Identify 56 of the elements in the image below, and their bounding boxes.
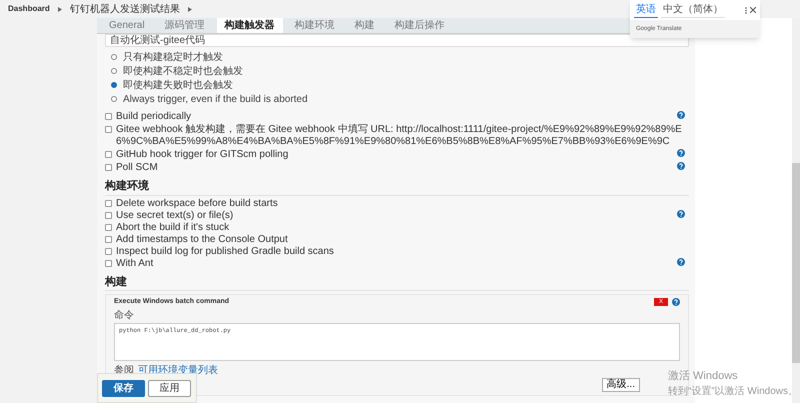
radio-label: 只有构建稳定时才触发 — [123, 50, 223, 64]
tab[interactable]: 源码管理 — [156, 18, 213, 33]
radio-label: Always trigger, even if the build is aborted — [123, 92, 308, 106]
checkbox[interactable] — [105, 260, 112, 266]
breadcrumb-link[interactable]: 钉钉机器人发送测试结果 — [70, 2, 180, 16]
tab[interactable]: 构建后操作 — [386, 18, 453, 33]
radio-button[interactable] — [111, 82, 117, 88]
apply-button[interactable]: 应用 — [148, 380, 191, 396]
activation-title: 激活 Windows — [668, 368, 738, 384]
field-label: 命令 — [114, 308, 135, 322]
checkbox[interactable] — [105, 113, 112, 120]
tab[interactable]: General — [101, 18, 153, 33]
checkbox-label: Delete workspace before build starts — [116, 198, 279, 210]
activation-text: 转到“设置”以激活 Windows。 — [668, 384, 798, 399]
checkbox-label: Poll SCM — [116, 162, 159, 174]
checkbox[interactable] — [105, 151, 112, 158]
checkbox[interactable] — [105, 200, 112, 206]
help-icon[interactable] — [677, 111, 685, 119]
close-icon[interactable] — [750, 7, 756, 13]
checkbox-label: Use secret text(s) or file(s) — [116, 210, 234, 222]
section-heading: 构建 — [105, 274, 689, 291]
advanced-button[interactable]: 高级... — [602, 378, 640, 392]
radio-button[interactable] — [111, 68, 117, 74]
checkbox-label: Add timestamps to the Console Output — [116, 234, 289, 246]
checkbox-label: Inspect build log for published Gradle build scans — [116, 246, 335, 258]
chevron-icon[interactable] — [188, 6, 192, 12]
chevron-icon — [58, 6, 62, 12]
checkbox[interactable] — [105, 248, 112, 254]
help-icon[interactable] — [677, 210, 685, 218]
radio-label: 即使构建失败时也会触发 — [123, 78, 233, 92]
radio-button[interactable] — [111, 54, 117, 60]
tab[interactable]: 构建环境 — [286, 18, 343, 33]
checkbox[interactable] — [105, 212, 112, 218]
checkbox-label: GitHub hook trigger for GITScm polling — [116, 149, 290, 161]
save-button[interactable]: 保存 — [102, 380, 145, 396]
checkbox-label: Gitee webhook 触发构建，需要在 Gitee webhook 中填写 URL: http://localhost:1111/gitee-project/%E9%92%89%E9%92%89%E6%9C%BA%E5%99%A8%E4%BA%BA%E5%8F%91%E9%80%81%E6%B5%8B%E8%AF%95%E7%BB%93%E6%9E%9C — [116, 124, 683, 148]
help-icon[interactable] — [677, 162, 685, 170]
checkbox[interactable] — [105, 164, 112, 171]
checkbox[interactable] — [105, 126, 112, 133]
tab[interactable]: 构建触发器 — [216, 18, 283, 33]
checkbox[interactable] — [105, 236, 112, 242]
help-icon[interactable] — [672, 298, 680, 306]
breadcrumb-link[interactable]: Dashboard — [8, 3, 50, 15]
text-input[interactable]: 自动化测试-gitee代码 — [105, 34, 689, 47]
help-icon[interactable] — [677, 149, 685, 157]
radio-label: 即使构建不稳定时也会触发 — [123, 64, 243, 78]
language-tab[interactable]: 中文（简体） — [661, 2, 725, 18]
radio-button[interactable] — [111, 96, 117, 102]
checkbox-label: Build periodically — [116, 111, 192, 123]
checkbox-label: With Ant — [116, 258, 154, 270]
help-icon[interactable] — [677, 258, 685, 266]
checkbox[interactable] — [105, 224, 112, 230]
checkbox-label: Abort the build if it's stuck — [116, 222, 230, 234]
section-heading: 构建环境 — [105, 178, 689, 196]
tab[interactable]: 构建 — [346, 18, 383, 33]
language-tab[interactable]: 英语 — [634, 2, 658, 18]
